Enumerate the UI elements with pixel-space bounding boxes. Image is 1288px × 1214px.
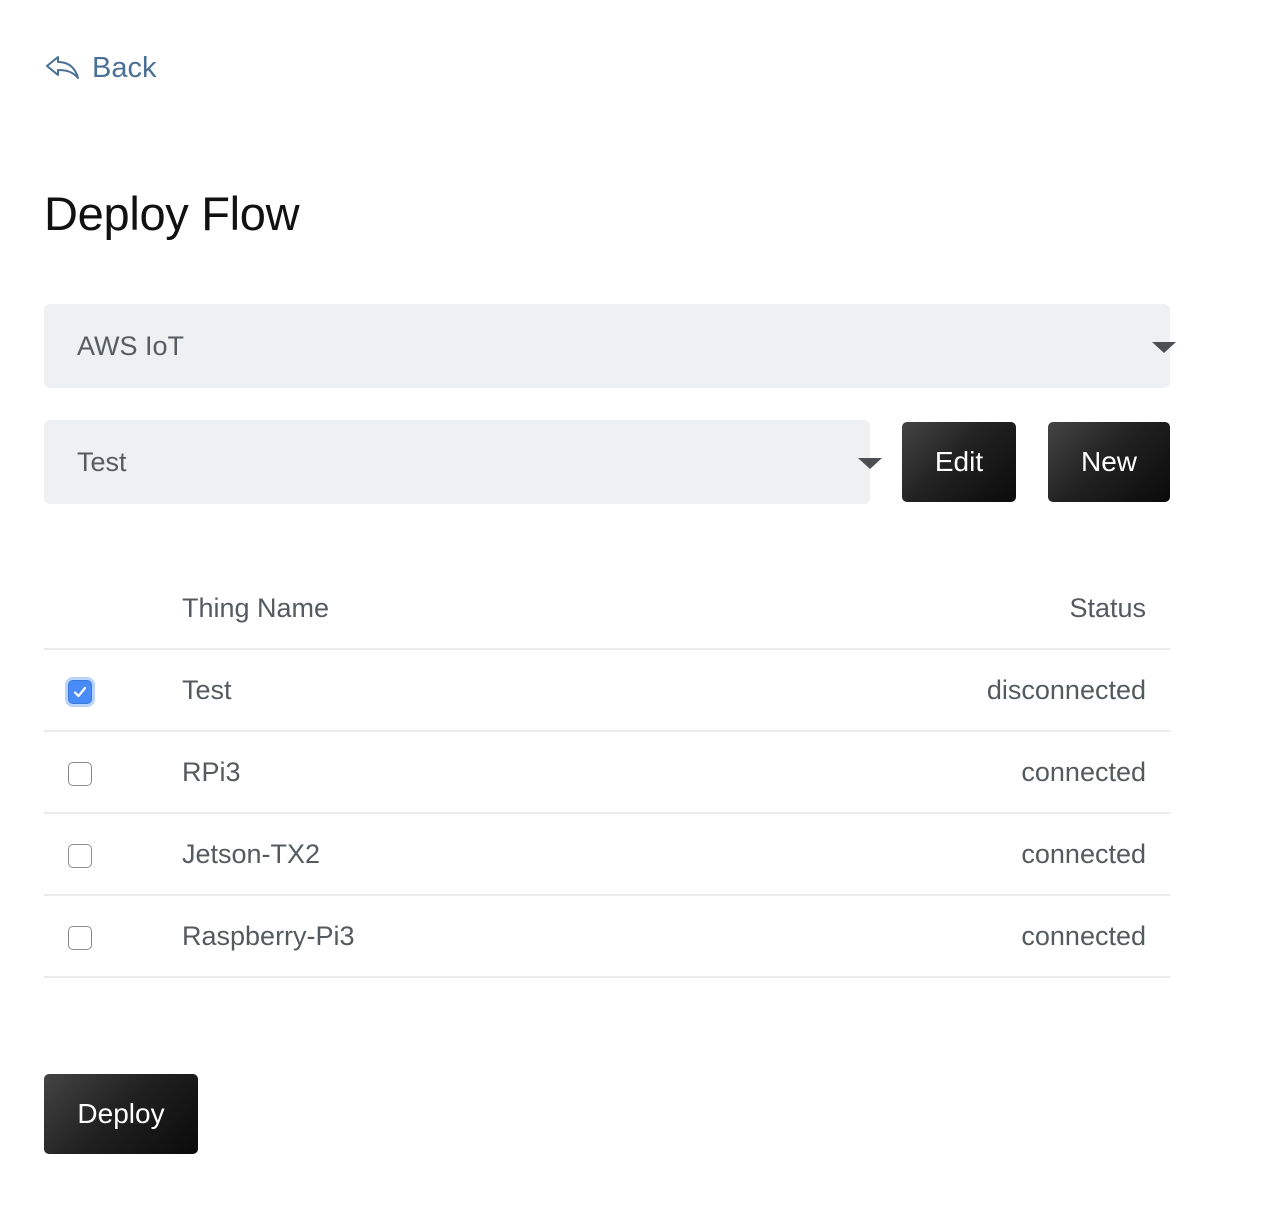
row-checkbox[interactable]	[68, 926, 92, 950]
thing-name: RPi3	[182, 756, 241, 787]
caret-down-icon	[1152, 342, 1176, 353]
edit-button[interactable]: Edit	[902, 422, 1016, 502]
thing-name: Jetson-TX2	[182, 838, 321, 869]
thing-status: connected	[1021, 756, 1146, 787]
provider-select-value: AWS IoT	[77, 330, 185, 361]
group-select-value: Test	[77, 446, 127, 477]
thing-status: connected	[1021, 838, 1146, 869]
table-row: Raspberry-Pi3 connected	[44, 896, 1170, 978]
header-status: Status	[1069, 592, 1146, 623]
deploy-button[interactable]: Deploy	[44, 1074, 198, 1154]
reply-arrow-icon	[46, 55, 79, 79]
thing-status: disconnected	[986, 674, 1146, 705]
check-icon	[73, 686, 87, 698]
table-row: RPi3 connected	[44, 732, 1170, 814]
row-checkbox[interactable]	[68, 680, 92, 704]
thing-name: Test	[182, 674, 232, 705]
table-row: Test disconnected	[44, 650, 1170, 732]
table-row: Jetson-TX2 connected	[44, 814, 1170, 896]
header-thing-name: Thing Name	[182, 592, 330, 623]
thing-name: Raspberry-Pi3	[182, 920, 355, 951]
new-button[interactable]: New	[1048, 422, 1170, 502]
back-link[interactable]: Back	[44, 52, 156, 85]
thing-status: connected	[1021, 920, 1146, 951]
back-label: Back	[92, 52, 157, 84]
things-table: Thing Name Status Test disconnected RPi3…	[44, 566, 1170, 978]
row-checkbox[interactable]	[68, 844, 92, 868]
group-select[interactable]: Test	[44, 420, 882, 504]
deploy-flow-page: Back Deploy Flow AWS IoT Test Edit New T…	[0, 0, 1288, 1214]
provider-select[interactable]: AWS IoT	[44, 304, 1176, 388]
page-title: Deploy Flow	[44, 187, 300, 240]
table-header-row: Thing Name Status	[44, 566, 1170, 650]
caret-down-icon	[858, 458, 882, 469]
row-checkbox[interactable]	[68, 762, 92, 786]
